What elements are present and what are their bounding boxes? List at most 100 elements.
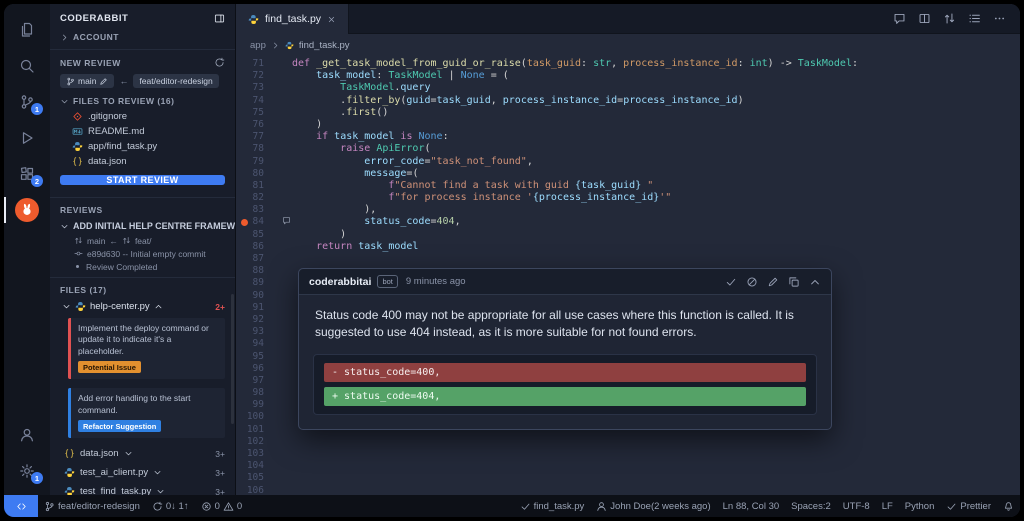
review-comment-card[interactable]: Add error handling to the start command.… (68, 388, 225, 438)
line-gutter: 72 (236, 70, 276, 82)
code-line[interactable]: 106 (236, 485, 1020, 495)
dismiss-block-icon[interactable] (746, 276, 758, 288)
base-branch-label: main (78, 76, 96, 86)
code-line[interactable]: 83 ), (236, 204, 1020, 216)
line-gutter: 71 (236, 58, 276, 70)
review-file-item[interactable]: app/find_task.py (50, 139, 235, 154)
breadcrumb-file[interactable]: find_task.py (299, 40, 350, 51)
file-item[interactable]: test_ai_client.py3+ (50, 463, 235, 482)
code-line[interactable]: 86 return task_model (236, 241, 1020, 253)
status-encoding[interactable]: UTF-8 (837, 495, 876, 517)
review-file-item[interactable]: .gitignore (50, 109, 235, 124)
status-indentation[interactable]: Spaces:2 (785, 495, 837, 517)
review-compare-branch: feat/ (135, 236, 152, 246)
code-line[interactable]: 103 (236, 448, 1020, 460)
code-line[interactable]: 74 .filter_by(guid=task_guid, process_in… (236, 95, 1020, 107)
edit-pencil-icon[interactable] (767, 276, 779, 288)
tab-close-icon[interactable] (327, 15, 336, 24)
status-formatter[interactable]: Prettier (940, 495, 997, 517)
code-line[interactable]: 76 ) (236, 119, 1020, 131)
copy-icon[interactable] (788, 276, 800, 288)
base-branch-pill[interactable]: main (60, 74, 114, 88)
code-line[interactable]: 105 (236, 472, 1020, 484)
refresh-icon[interactable] (214, 57, 225, 68)
code-line[interactable]: 72 task_model: TaskModel | None = ( (236, 70, 1020, 82)
review-status-label: Review Completed (86, 262, 157, 272)
chevron-down-icon (60, 222, 69, 231)
files-section-header[interactable]: FILES (17) (50, 282, 235, 298)
activity-accounts[interactable] (4, 417, 50, 453)
outline-list-icon[interactable] (968, 12, 981, 25)
remote-indicator[interactable] (4, 495, 38, 517)
code-line[interactable]: 79 error_code="task_not_found", (236, 156, 1020, 168)
account-icon (19, 427, 35, 443)
more-actions-icon[interactable] (993, 12, 1006, 25)
file-name: data.json (88, 156, 127, 167)
code-text (276, 265, 292, 277)
breadcrumb-folder[interactable]: app (250, 40, 266, 51)
status-branch[interactable]: feat/editor-redesign (38, 495, 146, 517)
status-problems[interactable]: 0 0 (195, 495, 249, 517)
activity-run-debug[interactable] (4, 120, 50, 156)
activity-search[interactable] (4, 48, 50, 84)
review-file-item[interactable]: README.md (50, 124, 235, 139)
code-line[interactable]: 73 TaskModel.query (236, 82, 1020, 94)
code-line[interactable]: 85 ) (236, 229, 1020, 241)
status-sync[interactable]: 0↓ 1↑ (146, 495, 195, 517)
status-eol[interactable]: LF (876, 495, 899, 517)
start-review-button[interactable]: START REVIEW (60, 175, 225, 185)
python-file-icon (75, 301, 86, 312)
comment-text: Add error handling to the start command. (78, 393, 218, 416)
file-item-expanded[interactable]: help-center.py 2+ (50, 298, 235, 315)
sidebar-scrollbar[interactable] (231, 294, 234, 424)
diff-removed-line: - status_code=400, (324, 363, 806, 382)
review-entry[interactable]: ADD INITIAL HELP CENTRE FRAMEWORK... (50, 218, 235, 234)
activity-source-control[interactable]: 1 (4, 84, 50, 120)
activity-settings[interactable]: 1 (4, 453, 50, 489)
code-line[interactable]: 78 raise ApiError( (236, 143, 1020, 155)
code-text (276, 448, 292, 460)
run-debug-icon (19, 130, 35, 146)
review-file-item[interactable]: data.json (50, 154, 235, 169)
code-line[interactable]: 84 status_code=404, (236, 216, 1020, 228)
code-text: ) (276, 229, 346, 241)
code-line[interactable]: 80 message=( (236, 168, 1020, 180)
status-git-blame[interactable]: John Doe(2 weeks ago) (590, 495, 716, 517)
compare-branch-pill[interactable]: feat/editor-redesign (133, 74, 218, 88)
status-notifications[interactable] (997, 495, 1020, 517)
collapse-chevron-up-icon[interactable] (809, 276, 821, 288)
code-line[interactable]: 102 (236, 436, 1020, 448)
line-gutter: 83 (236, 204, 276, 216)
code-line[interactable]: 71def _get_task_model_from_guid_or_raise… (236, 58, 1020, 70)
chevron-down-icon (156, 487, 165, 495)
code-line[interactable]: 77 if task_model is None: (236, 131, 1020, 143)
activity-explorer[interactable] (4, 12, 50, 48)
code-line[interactable]: 81 f"Cannot find a task with guid {task_… (236, 180, 1020, 192)
compare-changes-icon[interactable] (943, 12, 956, 25)
code-line[interactable]: 104 (236, 460, 1020, 472)
file-name: test_find_task.py (80, 486, 151, 495)
code-line[interactable]: 87 (236, 253, 1020, 265)
status-language[interactable]: Python (899, 495, 941, 517)
code-editor[interactable]: 71def _get_task_model_from_guid_or_raise… (236, 56, 1020, 495)
account-section[interactable]: ACCOUNT (50, 29, 235, 45)
panel-layout-icon[interactable] (214, 13, 225, 24)
activity-coderabbit[interactable] (4, 192, 50, 228)
code-line[interactable]: 75 .first() (236, 107, 1020, 119)
status-cursor-position[interactable]: Ln 88, Col 30 (717, 495, 786, 517)
review-marker-dot[interactable] (241, 219, 248, 226)
tab-find-task[interactable]: find_task.py (236, 4, 349, 34)
activity-extensions[interactable]: 2 (4, 156, 50, 192)
resolve-check-icon[interactable] (725, 276, 737, 288)
file-item[interactable]: data.json3+ (50, 444, 235, 463)
code-line[interactable]: 82 f"for process instance '{process_inst… (236, 192, 1020, 204)
review-comment-card[interactable]: Implement the deploy command or update i… (68, 318, 225, 379)
split-editor-icon[interactable] (918, 12, 931, 25)
check-icon (520, 501, 531, 512)
comment-icon[interactable] (893, 12, 906, 25)
status-review-state[interactable]: find_task.py (514, 495, 591, 517)
activity-bar-bottom: 1 (4, 417, 50, 495)
files-to-review-header[interactable]: FILES TO REVIEW (16) (50, 93, 235, 109)
code-text: .filter_by(guid=task_guid, process_insta… (276, 95, 744, 107)
file-item[interactable]: test_find_task.py3+ (50, 482, 235, 495)
